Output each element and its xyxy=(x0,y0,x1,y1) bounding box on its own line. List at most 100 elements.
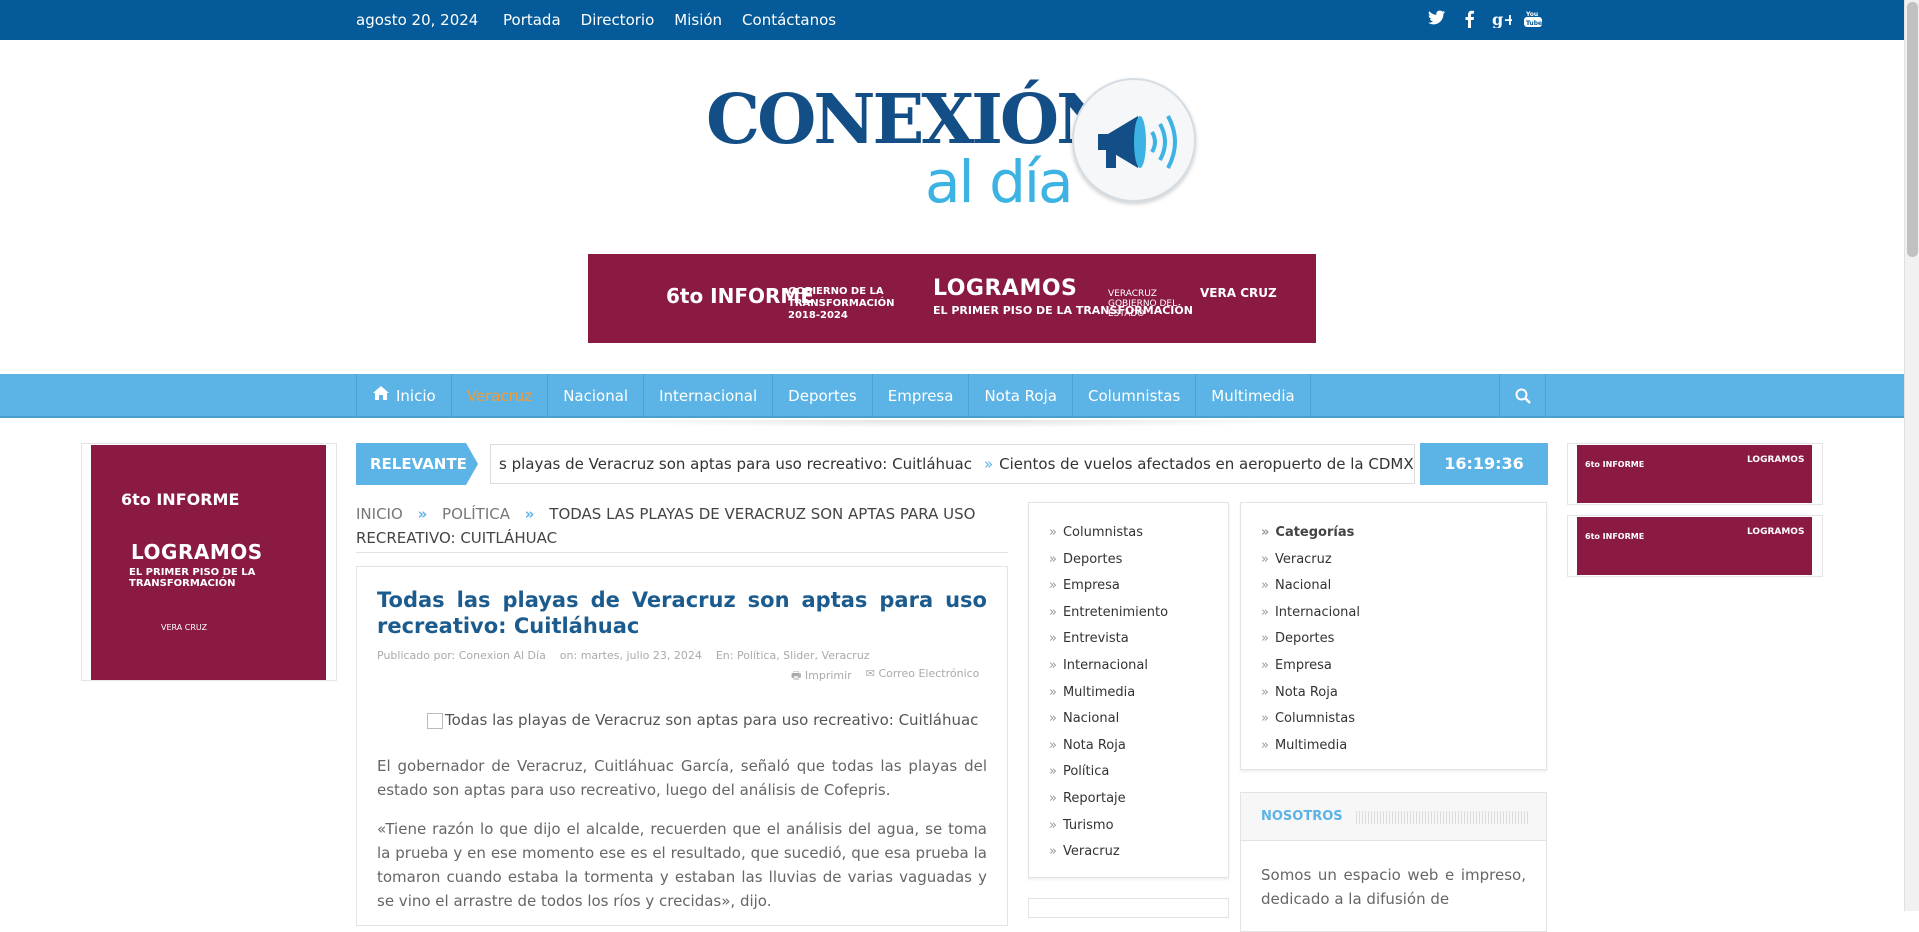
nav-item-inicio[interactable]: Inicio xyxy=(356,374,452,418)
banner-veracruz: VERA CRUZ xyxy=(1200,286,1277,300)
nav-item-empresa[interactable]: Empresa xyxy=(873,374,970,418)
scrollbar-thumb[interactable] xyxy=(1907,2,1918,257)
ticker-item[interactable]: Cientos de vuelos afectados en aeropuert… xyxy=(999,445,1414,483)
category-link[interactable]: Entretenimiento xyxy=(1049,600,1168,627)
banner-logramos: LOGRAMOS xyxy=(933,276,1078,301)
nav-item-nacional[interactable]: Nacional xyxy=(548,374,645,418)
category-link[interactable]: Veracruz xyxy=(1049,839,1168,866)
categorias-link[interactable]: Empresa xyxy=(1261,653,1360,680)
category-link[interactable]: Reportaje xyxy=(1049,786,1168,813)
top-link-directorio[interactable]: Directorio xyxy=(581,11,655,29)
category-link[interactable]: Multimedia xyxy=(1049,680,1168,707)
sidebar-category-list: Columnistas Deportes Empresa Entretenimi… xyxy=(1028,502,1229,878)
categorias-link[interactable]: Deportes xyxy=(1261,626,1360,653)
twitter-icon[interactable] xyxy=(1428,10,1446,33)
article-image: Todas las playas de Veracruz son aptas p… xyxy=(427,711,978,729)
right-sidebar-ad-2[interactable]: 6to INFORME LOGRAMOS xyxy=(1567,515,1823,577)
top-link-mision[interactable]: Misión xyxy=(674,11,722,29)
logo-text-sub: al día xyxy=(925,148,1074,216)
chevron-right-icon: » xyxy=(983,455,994,473)
nav-label-inicio: Inicio xyxy=(396,387,436,405)
category-link[interactable]: Turismo xyxy=(1049,813,1168,840)
categorias-link[interactable]: Columnistas xyxy=(1261,706,1360,733)
decorative-lines xyxy=(1356,811,1528,824)
search-button[interactable] xyxy=(1499,374,1546,418)
site-logo[interactable]: CONEXIÓN al día xyxy=(700,70,1200,220)
article-image-alt: Todas las playas de Veracruz son aptas p… xyxy=(445,711,979,729)
category-link[interactable]: Nota Roja xyxy=(1049,733,1168,760)
sidebar-widget xyxy=(1028,898,1229,918)
left-ad-logramos: LOGRAMOS xyxy=(131,540,263,564)
category-link[interactable]: Internacional xyxy=(1049,653,1168,680)
right-ad-1-logramos: LOGRAMOS xyxy=(1747,455,1805,465)
left-ad-veracruz: VERA CRUZ xyxy=(161,623,208,632)
article-paragraph: «Tiene razón lo que dijo el alcalde, rec… xyxy=(377,820,987,910)
email-label: Correo Electrónico xyxy=(878,667,980,680)
svg-text:g+: g+ xyxy=(1492,10,1512,28)
category-link[interactable]: Política xyxy=(1049,759,1168,786)
categorias-link[interactable]: Internacional xyxy=(1261,600,1360,627)
print-label: Imprimir xyxy=(804,669,852,682)
header-ad-banner[interactable]: 6to INFORME GOBIERNO DE LA TRANSFORMACIÓ… xyxy=(588,254,1316,343)
nav-item-deportes[interactable]: Deportes xyxy=(773,374,873,418)
right-sidebar-ad-1[interactable]: 6to INFORME LOGRAMOS xyxy=(1567,443,1823,505)
nav-item-multimedia[interactable]: Multimedia xyxy=(1196,374,1311,418)
megaphone-icon xyxy=(1072,78,1196,202)
article-card: Todas las playas de Veracruz son aptas p… xyxy=(356,566,1008,926)
right-ad-1-informe: 6to INFORME xyxy=(1585,460,1645,469)
category-link[interactable]: Deportes xyxy=(1049,547,1168,574)
top-link-portada[interactable]: Portada xyxy=(503,11,561,29)
email-button[interactable]: ✉ Correo Electrónico xyxy=(866,667,980,686)
categorias-link[interactable]: Multimedia xyxy=(1261,733,1360,760)
article-meta: Publicado por: Conexion Al Día on: marte… xyxy=(377,649,870,662)
nosotros-header: NOSOTROS xyxy=(1241,793,1546,841)
main-nav: Inicio Veracruz Nacional Internacional D… xyxy=(0,374,1904,418)
svg-text:You: You xyxy=(1525,11,1538,18)
chevron-right-icon: » xyxy=(524,505,535,523)
category-link[interactable]: Nacional xyxy=(1049,706,1168,733)
page-scrollbar[interactable] xyxy=(1904,0,1919,911)
left-ad-informe: 6to INFORME xyxy=(121,490,240,509)
categorias-widget: Categorías Veracruz Nacional Internacion… xyxy=(1240,502,1547,770)
googleplus-icon[interactable]: g+ xyxy=(1492,10,1517,33)
nav-item-veracruz[interactable]: Veracruz xyxy=(452,374,549,418)
category-link[interactable]: Empresa xyxy=(1049,573,1168,600)
breadcrumb: Inicio » Política » Todas las playas de … xyxy=(356,502,1008,553)
banner-estado: VERACRUZ GOBIERNO DEL ESTADO xyxy=(1108,289,1178,319)
left-ad-logramos-sub: EL PRIMER PISO DE LA TRANSFORMACIÓN xyxy=(129,567,256,589)
search-icon xyxy=(1515,388,1531,404)
nosotros-widget: NOSOTROS Somos un espacio web e impreso,… xyxy=(1240,792,1547,932)
clock: 16:19:36 xyxy=(1420,443,1548,485)
social-links: g+ You Tube xyxy=(1428,10,1542,33)
breadcrumb-section[interactable]: Política xyxy=(442,505,510,523)
categorias-link[interactable]: Veracruz xyxy=(1261,547,1360,574)
top-bar: agosto 20, 2024 Portada Directorio Misió… xyxy=(0,0,1904,40)
chevron-right-icon: » xyxy=(417,505,428,523)
nav-shadow xyxy=(570,420,1330,428)
top-link-contactanos[interactable]: Contáctanos xyxy=(742,11,836,29)
relevantes-ticker-bar: RELEVANTES s playas de Veracruz son apta… xyxy=(356,443,1548,485)
nav-item-nota-roja[interactable]: Nota Roja xyxy=(969,374,1073,418)
nav-item-internacional[interactable]: Internacional xyxy=(644,374,774,418)
broken-image-icon xyxy=(427,712,443,729)
nav-item-columnistas[interactable]: Columnistas xyxy=(1073,374,1197,418)
categorias-link[interactable]: Nota Roja xyxy=(1261,680,1360,707)
article-title: Todas las playas de Veracruz son aptas p… xyxy=(377,588,987,638)
current-date: agosto 20, 2024 xyxy=(356,11,479,29)
article-paragraph: El gobernador de Veracruz, Cuitláhuac Ga… xyxy=(377,757,987,799)
facebook-icon[interactable] xyxy=(1460,10,1478,33)
svg-text:Tube: Tube xyxy=(1526,20,1542,27)
print-button[interactable]: 🖶 Imprimir xyxy=(791,667,852,686)
categorias-link[interactable]: Nacional xyxy=(1261,573,1360,600)
category-link[interactable]: Entrevista xyxy=(1049,626,1168,653)
nosotros-text: Somos un espacio web e impreso, dedicado… xyxy=(1261,866,1526,908)
left-sidebar-ad[interactable]: 6to INFORME LOGRAMOS EL PRIMER PISO DE L… xyxy=(81,443,337,681)
relevantes-label: RELEVANTES xyxy=(356,443,478,485)
breadcrumb-home[interactable]: Inicio xyxy=(356,505,403,523)
news-ticker[interactable]: s playas de Veracruz son aptas para uso … xyxy=(490,444,1415,484)
home-icon xyxy=(372,374,390,418)
youtube-icon[interactable]: You Tube xyxy=(1524,10,1542,33)
ticker-item[interactable]: s playas de Veracruz son aptas para uso … xyxy=(499,445,972,483)
right-ad-2-informe: 6to INFORME xyxy=(1585,532,1645,541)
category-link[interactable]: Columnistas xyxy=(1049,520,1168,547)
